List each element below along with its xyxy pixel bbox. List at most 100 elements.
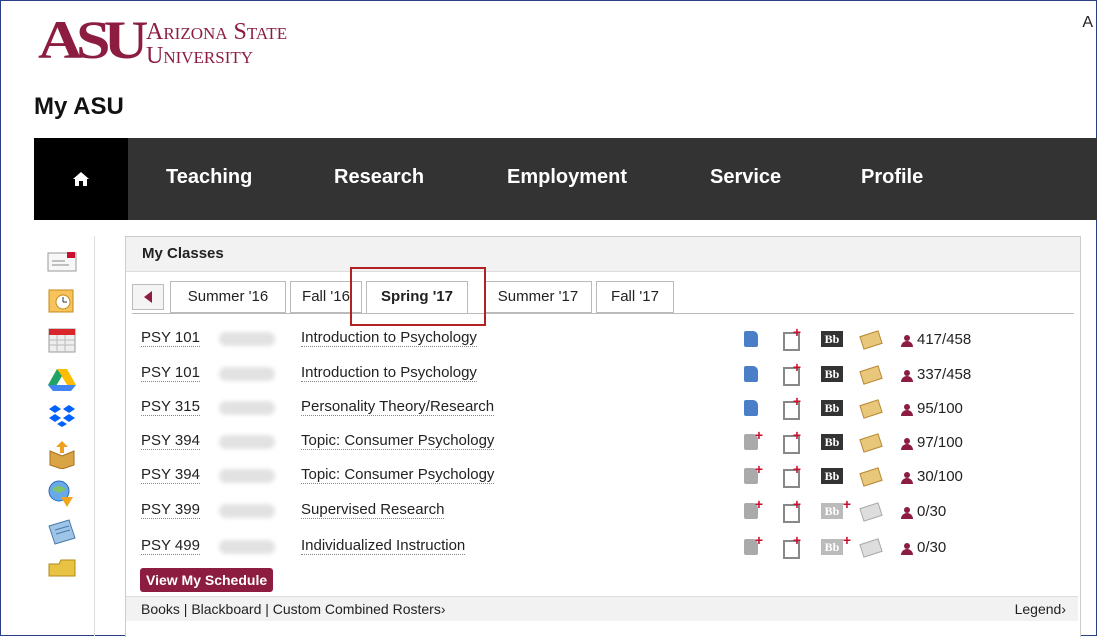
nav-employment[interactable]: Employment (507, 166, 627, 189)
redacted-class-number (219, 435, 275, 449)
quick-links-sidebar (34, 236, 95, 636)
syllabus-add-icon[interactable]: + (779, 359, 801, 386)
add-blackboard-icon[interactable]: Bb + (819, 532, 851, 557)
class-row: PSY 394 Topic: Consumer Psychology + + Bb 97/… (141, 427, 1041, 458)
legend-link[interactable]: Legend› (1015, 597, 1066, 621)
blackboard-icon[interactable]: Bb (819, 327, 847, 349)
class-code-link[interactable]: PSY 499 (141, 537, 200, 555)
calendar-icon[interactable] (46, 326, 78, 354)
syllabus-add-icon[interactable]: + (779, 324, 801, 351)
class-tools: + Bb 417/458 (741, 324, 981, 351)
class-row: PSY 399 Supervised Research + + Bb + 0/30 (141, 496, 1041, 527)
class-code-link[interactable]: PSY 394 (141, 432, 200, 450)
panel-title: My Classes (126, 237, 1080, 272)
page-title: My ASU (34, 93, 124, 120)
nav-research[interactable]: Research (334, 166, 424, 189)
panel-footer: Books | Blackboard | Custom Combined Ros… (126, 596, 1078, 621)
footer-links[interactable]: Books | Blackboard | Custom Combined Ros… (141, 597, 446, 621)
nav-profile[interactable]: Profile (861, 166, 923, 189)
add-book-icon[interactable]: + (741, 496, 763, 521)
class-title-link[interactable]: Introduction to Psychology (301, 364, 477, 382)
folder-icon[interactable] (46, 554, 78, 582)
class-code-link[interactable]: PSY 101 (141, 329, 200, 347)
email-class-icon[interactable] (859, 327, 883, 350)
class-code-link[interactable]: PSY 101 (141, 364, 200, 382)
view-schedule-button[interactable]: View My Schedule (140, 568, 274, 592)
redacted-class-number (219, 401, 275, 415)
class-row: PSY 101 Introduction to Psychology + Bb 337/… (141, 359, 1041, 390)
redacted-class-number (219, 540, 275, 554)
blackboard-icon[interactable]: Bb (819, 430, 847, 452)
user-icon (901, 472, 913, 484)
user-icon (901, 507, 913, 519)
syllabus-add-icon[interactable]: + (779, 461, 801, 488)
class-tools: + + Bb 97/100 (741, 427, 981, 454)
user-icon (901, 335, 913, 347)
class-title-link[interactable]: Introduction to Psychology (301, 329, 477, 347)
webmail-icon[interactable] (46, 248, 78, 276)
enrollment-count[interactable]: 417/458 (917, 331, 971, 348)
previous-term-button[interactable] (132, 284, 164, 310)
class-row: PSY 394 Topic: Consumer Psychology + + Bb 30/… (141, 461, 1041, 492)
class-title-link[interactable]: Supervised Research (301, 501, 445, 519)
redacted-class-number (219, 367, 275, 381)
email-class-icon[interactable] (859, 362, 883, 385)
user-icon (901, 404, 913, 416)
class-code-link[interactable]: PSY 394 (141, 466, 200, 484)
user-icon (901, 543, 913, 555)
class-title-link[interactable]: Personality Theory/Research (301, 398, 495, 416)
add-book-icon[interactable]: + (741, 532, 763, 557)
home-icon[interactable] (34, 138, 128, 220)
enrollment-count[interactable]: 95/100 (917, 400, 963, 417)
syllabus-add-icon[interactable]: + (779, 532, 801, 559)
class-title-link[interactable]: Topic: Consumer Psychology (301, 432, 495, 450)
class-title-link[interactable]: Topic: Consumer Psychology (301, 466, 495, 484)
email-class-icon[interactable] (859, 535, 883, 558)
class-row: PSY 499 Individualized Instruction + + Bb + 0/… (141, 532, 1041, 563)
google-drive-icon[interactable] (46, 366, 78, 394)
book-icon[interactable] (741, 396, 763, 418)
class-title-link[interactable]: Individualized Instruction (301, 537, 466, 555)
enrollment-count[interactable]: 97/100 (917, 434, 963, 451)
tab-divider (132, 313, 1074, 314)
email-class-icon[interactable] (859, 430, 883, 453)
search-globe-icon[interactable] (46, 480, 78, 508)
redacted-class-number (219, 504, 275, 518)
syllabus-add-icon[interactable]: + (779, 427, 801, 454)
email-class-icon[interactable] (859, 499, 883, 522)
book-icon[interactable] (741, 327, 763, 349)
class-tools: + + Bb 30/100 (741, 461, 981, 488)
syllabus-add-icon[interactable]: + (779, 393, 801, 420)
blackboard-icon[interactable]: Bb (819, 362, 847, 384)
asu-logo-wordmark: Arizona State University (146, 19, 288, 69)
nav-teaching[interactable]: Teaching (166, 166, 252, 189)
enrollment-count[interactable]: 337/458 (917, 366, 971, 383)
tab-fall-17[interactable]: Fall '17 (596, 281, 674, 313)
email-class-icon[interactable] (859, 396, 883, 419)
add-book-icon[interactable]: + (741, 427, 763, 452)
blackboard-icon[interactable]: Bb (819, 464, 847, 486)
book-icon[interactable] (741, 362, 763, 384)
active-tab-highlight (350, 267, 486, 326)
class-row: PSY 101 Introduction to Psychology + Bb 417/… (141, 324, 1041, 355)
news-icon[interactable] (46, 518, 78, 546)
enrollment-count[interactable]: 0/30 (917, 539, 946, 556)
tab-summer-16[interactable]: Summer '16 (170, 281, 286, 313)
add-book-icon[interactable]: + (741, 461, 763, 486)
add-blackboard-icon[interactable]: Bb + (819, 496, 851, 521)
enrollment-count[interactable]: 0/30 (917, 503, 946, 520)
class-code-link[interactable]: PSY 315 (141, 398, 200, 416)
calendar-outlook-icon[interactable] (46, 286, 78, 314)
nav-service[interactable]: Service (710, 166, 781, 189)
class-row: PSY 315 Personality Theory/Research + Bb 95/… (141, 393, 1041, 424)
class-tools: + Bb 95/100 (741, 393, 981, 420)
syllabus-add-icon[interactable]: + (779, 496, 801, 523)
class-tools: + + Bb + 0/30 (741, 532, 981, 559)
class-code-link[interactable]: PSY 399 (141, 501, 200, 519)
email-class-icon[interactable] (859, 464, 883, 487)
dropbox-icon[interactable] (46, 402, 78, 430)
tab-summer-17[interactable]: Summer '17 (484, 281, 592, 313)
enrollment-count[interactable]: 30/100 (917, 468, 963, 485)
blackboard-icon[interactable]: Bb (819, 396, 847, 418)
box-icon[interactable] (46, 440, 78, 469)
